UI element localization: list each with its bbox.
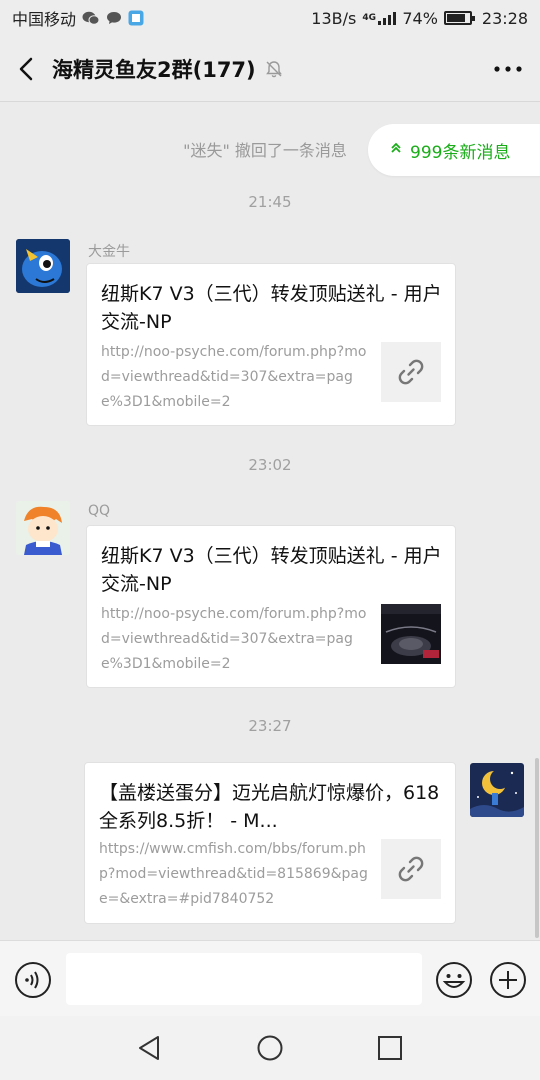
link-card-url: http://noo-psyche.com/forum.php?mod=view… (101, 344, 367, 410)
new-messages-pill[interactable]: 999条新消息 (368, 124, 540, 176)
nav-recents-button[interactable] (376, 1034, 404, 1066)
sender-name: 大金牛 (88, 244, 130, 260)
sender-name: QQ (88, 503, 111, 519)
chat-title: 海精灵鱼友2群(177) (52, 57, 256, 82)
message-notification-icon (107, 12, 122, 24)
back-button[interactable] (0, 36, 52, 102)
cartoon-boy-avatar-icon (16, 501, 70, 555)
link-card-title: 【盖楼送蛋分】迈光启航灯惊爆价，618全系列8.5折！ - M... (99, 782, 440, 832)
square-recents-icon (378, 1036, 402, 1060)
chat-header: 海精灵鱼友2群(177) (0, 36, 540, 102)
system-navigation-bar (0, 1016, 540, 1080)
more-functions-button[interactable] (489, 961, 527, 1003)
wechat-notification-icon (82, 11, 100, 25)
link-card[interactable]: 纽斯K7 V3（三代）转发顶贴送礼 - 用户交流-NP http://noo-p… (86, 263, 456, 426)
double-chevron-up-icon (390, 142, 402, 158)
link-card[interactable]: 纽斯K7 V3（三代）转发顶贴送礼 - 用户交流-NP http://noo-p… (86, 525, 456, 688)
chevron-left-icon (19, 57, 33, 80)
emoji-icon (436, 962, 472, 998)
app-notification-icon (128, 10, 144, 26)
network-type: 4G (362, 12, 376, 23)
link-card-url: http://noo-psyche.com/forum.php?mod=view… (101, 606, 367, 672)
more-options-button[interactable] (476, 36, 540, 102)
status-bar: 中国移动 13B/s 4G 74% 23:28 (0, 0, 540, 36)
my-avatar[interactable] (470, 763, 524, 817)
message-timestamp: 21:45 (248, 193, 292, 211)
battery-percent: 74% (402, 8, 438, 28)
message-input[interactable] (66, 953, 422, 1005)
product-image (381, 604, 441, 664)
recall-notice: "迷失" 撤回了一条消息 (183, 141, 347, 160)
scrollbar[interactable] (535, 758, 539, 938)
clock: 23:28 (481, 8, 528, 28)
voice-button[interactable] (14, 961, 52, 1003)
avatar[interactable] (16, 239, 70, 293)
link-card[interactable]: 【盖楼送蛋分】迈光启航灯惊爆价，618全系列8.5折！ - M... https… (84, 762, 456, 924)
link-card-title: 纽斯K7 V3（三代）转发顶贴送礼 - 用户交流-NP (101, 545, 442, 595)
emoji-button[interactable] (435, 961, 473, 1003)
link-icon (398, 856, 424, 882)
link-card-title: 纽斯K7 V3（三代）转发顶贴送礼 - 用户交流-NP (101, 283, 442, 333)
plus-icon (490, 962, 526, 998)
link-card-url: https://www.cmfish.com/bbs/forum.php?mod… (99, 841, 368, 907)
link-thumbnail (381, 839, 441, 899)
network-speed: 13B/s (311, 8, 357, 28)
triangle-back-icon (139, 1036, 159, 1060)
avatar[interactable] (16, 501, 70, 555)
link-thumbnail (381, 342, 441, 402)
voice-icon (15, 962, 51, 998)
input-bar (0, 940, 540, 1016)
nav-back-button[interactable] (136, 1034, 164, 1066)
moon-avatar-icon (470, 763, 524, 817)
mute-bell-icon (265, 60, 282, 77)
circle-home-icon (257, 1035, 283, 1061)
fish-avatar-icon (16, 239, 70, 293)
battery-icon (443, 11, 475, 25)
new-messages-label: 999条新消息 (410, 142, 511, 163)
message-timestamp: 23:27 (248, 717, 292, 735)
signal-icon (378, 11, 397, 25)
carrier: 中国移动 (12, 10, 77, 29)
link-thumbnail-image (381, 604, 441, 664)
link-icon (398, 359, 424, 385)
more-dots-icon (494, 65, 522, 72)
nav-home-button[interactable] (256, 1034, 284, 1066)
message-timestamp: 23:02 (248, 456, 292, 474)
